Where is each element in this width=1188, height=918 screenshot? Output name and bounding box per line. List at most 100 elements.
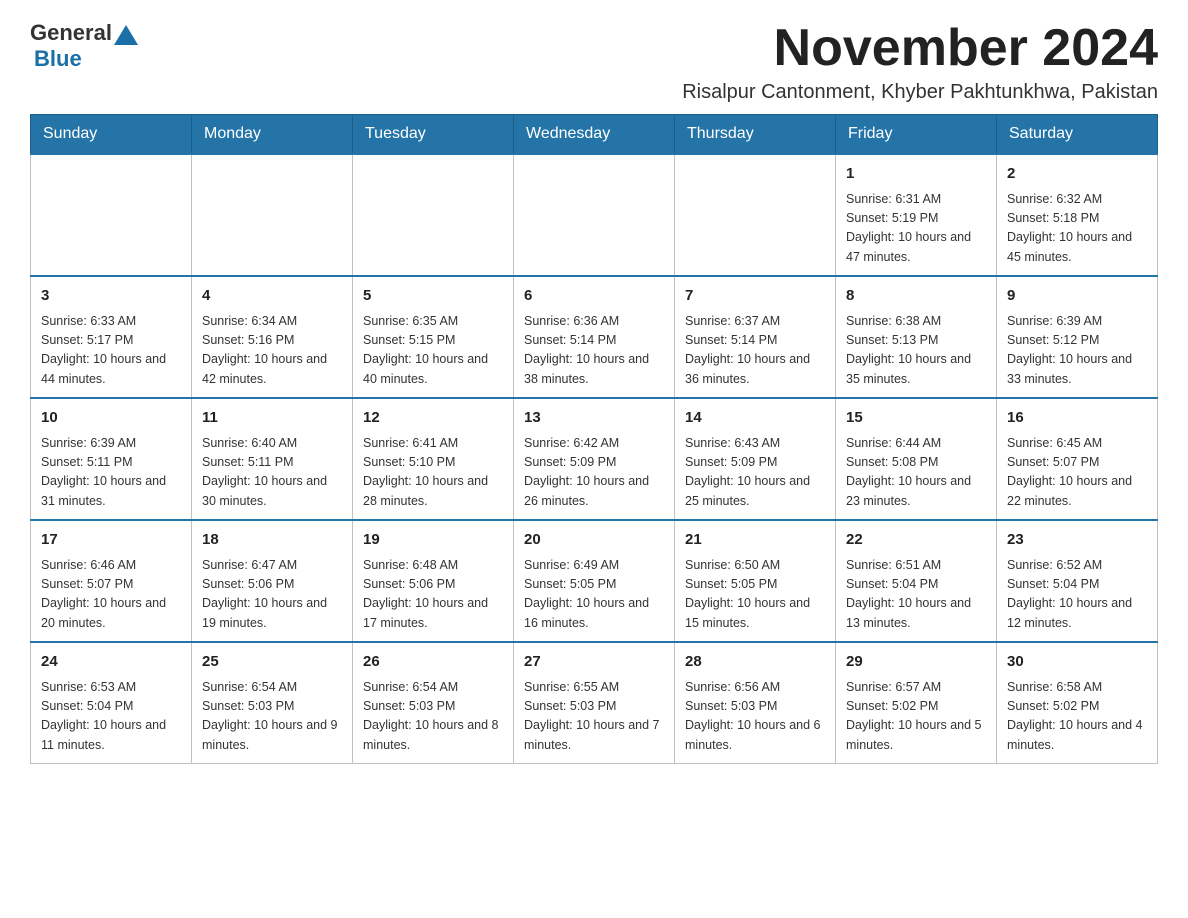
day-number: 28 <box>685 651 825 674</box>
day-info: Sunrise: 6:50 AM Sunset: 5:05 PM Dayligh… <box>685 556 825 634</box>
calendar-day-cell: 9Sunrise: 6:39 AM Sunset: 5:12 PM Daylig… <box>997 276 1158 398</box>
calendar-day-cell: 10 Sunrise: 6:39 AM Sunset: 5:11 PM Dayli… <box>31 398 192 520</box>
title-section: November 2024 Risalpur Cantonment, Khybe… <box>682 20 1158 104</box>
logo: General Blue <box>30 20 140 72</box>
calendar-day-cell: 6 Sunrise: 6:36 AM Sunset: 5:14 PM Daylig… <box>514 276 675 398</box>
day-number: 29 <box>846 651 986 674</box>
calendar-day-cell: 15 Sunrise: 6:44 AM Sunset: 5:08 PM Dayli… <box>836 398 997 520</box>
day-of-week-header: Monday <box>192 115 353 155</box>
day-number: 2 <box>1007 163 1147 186</box>
logo-triangle-icon <box>114 25 138 45</box>
calendar-day-cell <box>353 154 514 276</box>
day-info: Sunrise: 6:46 AM Sunset: 5:07 PM Dayligh… <box>41 556 181 634</box>
day-number: 15 <box>846 407 986 430</box>
day-info: Sunrise: 6:38 AM Sunset: 5:13 PM Dayligh… <box>846 312 986 390</box>
calendar-day-cell <box>514 154 675 276</box>
day-number: 18 <box>202 529 342 552</box>
day-info: Sunrise: 6:57 AM Sunset: 5:02 PM Dayligh… <box>846 678 986 756</box>
day-number: 14 <box>685 407 825 430</box>
calendar-day-cell: 7 Sunrise: 6:37 AM Sunset: 5:14 PM Daylig… <box>675 276 836 398</box>
day-of-week-header: Sunday <box>31 115 192 155</box>
calendar-body: 1Sunrise: 6:31 AM Sunset: 5:19 PM Daylig… <box>31 154 1158 764</box>
day-info: Sunrise: 6:53 AM Sunset: 5:04 PM Dayligh… <box>41 678 181 756</box>
day-of-week-header: Wednesday <box>514 115 675 155</box>
day-number: 30 <box>1007 651 1147 674</box>
day-info: Sunrise: 6:54 AM Sunset: 5:03 PM Dayligh… <box>202 678 342 756</box>
day-number: 21 <box>685 529 825 552</box>
calendar-day-cell: 18 Sunrise: 6:47 AM Sunset: 5:06 PM Dayli… <box>192 520 353 642</box>
day-info: Sunrise: 6:48 AM Sunset: 5:06 PM Dayligh… <box>363 556 503 634</box>
day-number: 6 <box>524 285 664 308</box>
calendar-week-row: 1Sunrise: 6:31 AM Sunset: 5:19 PM Daylig… <box>31 154 1158 276</box>
calendar-day-cell: 12Sunrise: 6:41 AM Sunset: 5:10 PM Dayli… <box>353 398 514 520</box>
day-number: 20 <box>524 529 664 552</box>
calendar-day-cell: 16 Sunrise: 6:45 AM Sunset: 5:07 PM Dayli… <box>997 398 1158 520</box>
days-of-week-row: SundayMondayTuesdayWednesdayThursdayFrid… <box>31 115 1158 155</box>
calendar-day-cell: 11Sunrise: 6:40 AM Sunset: 5:11 PM Dayli… <box>192 398 353 520</box>
day-of-week-header: Thursday <box>675 115 836 155</box>
day-number: 11 <box>202 407 342 430</box>
calendar-table: SundayMondayTuesdayWednesdayThursdayFrid… <box>30 114 1158 764</box>
month-year-title: November 2024 <box>682 20 1158 77</box>
day-info: Sunrise: 6:32 AM Sunset: 5:18 PM Dayligh… <box>1007 190 1147 268</box>
day-info: Sunrise: 6:56 AM Sunset: 5:03 PM Dayligh… <box>685 678 825 756</box>
day-info: Sunrise: 6:49 AM Sunset: 5:05 PM Dayligh… <box>524 556 664 634</box>
day-number: 26 <box>363 651 503 674</box>
page-header: General Blue November 2024 Risalpur Cant… <box>30 20 1158 104</box>
day-number: 7 <box>685 285 825 308</box>
calendar-day-cell: 20 Sunrise: 6:49 AM Sunset: 5:05 PM Dayli… <box>514 520 675 642</box>
calendar-day-cell: 28 Sunrise: 6:56 AM Sunset: 5:03 PM Dayli… <box>675 642 836 764</box>
calendar-day-cell: 1Sunrise: 6:31 AM Sunset: 5:19 PM Daylig… <box>836 154 997 276</box>
day-number: 23 <box>1007 529 1147 552</box>
calendar-day-cell: 29 Sunrise: 6:57 AM Sunset: 5:02 PM Dayli… <box>836 642 997 764</box>
day-info: Sunrise: 6:34 AM Sunset: 5:16 PM Dayligh… <box>202 312 342 390</box>
day-number: 13 <box>524 407 664 430</box>
day-number: 3 <box>41 285 181 308</box>
calendar-day-cell: 2 Sunrise: 6:32 AM Sunset: 5:18 PM Daylig… <box>997 154 1158 276</box>
day-number: 10 <box>41 407 181 430</box>
logo-general-text: General <box>30 20 112 46</box>
logo-blue-text: Blue <box>34 46 82 71</box>
calendar-day-cell: 3 Sunrise: 6:33 AM Sunset: 5:17 PM Daylig… <box>31 276 192 398</box>
day-info: Sunrise: 6:45 AM Sunset: 5:07 PM Dayligh… <box>1007 434 1147 512</box>
day-info: Sunrise: 6:55 AM Sunset: 5:03 PM Dayligh… <box>524 678 664 756</box>
day-number: 8 <box>846 285 986 308</box>
day-number: 19 <box>363 529 503 552</box>
day-of-week-header: Tuesday <box>353 115 514 155</box>
day-info: Sunrise: 6:43 AM Sunset: 5:09 PM Dayligh… <box>685 434 825 512</box>
location-subtitle: Risalpur Cantonment, Khyber Pakhtunkhwa,… <box>682 81 1158 104</box>
calendar-day-cell: 19 Sunrise: 6:48 AM Sunset: 5:06 PM Dayli… <box>353 520 514 642</box>
calendar-day-cell: 13Sunrise: 6:42 AM Sunset: 5:09 PM Dayli… <box>514 398 675 520</box>
calendar-header: SundayMondayTuesdayWednesdayThursdayFrid… <box>31 115 1158 155</box>
calendar-day-cell: 21 Sunrise: 6:50 AM Sunset: 5:05 PM Dayli… <box>675 520 836 642</box>
day-number: 4 <box>202 285 342 308</box>
day-info: Sunrise: 6:33 AM Sunset: 5:17 PM Dayligh… <box>41 312 181 390</box>
calendar-day-cell: 14 Sunrise: 6:43 AM Sunset: 5:09 PM Dayli… <box>675 398 836 520</box>
calendar-day-cell: 27Sunrise: 6:55 AM Sunset: 5:03 PM Dayli… <box>514 642 675 764</box>
day-info: Sunrise: 6:54 AM Sunset: 5:03 PM Dayligh… <box>363 678 503 756</box>
day-info: Sunrise: 6:39 AM Sunset: 5:11 PM Dayligh… <box>41 434 181 512</box>
day-info: Sunrise: 6:47 AM Sunset: 5:06 PM Dayligh… <box>202 556 342 634</box>
day-of-week-header: Friday <box>836 115 997 155</box>
calendar-day-cell <box>675 154 836 276</box>
day-info: Sunrise: 6:35 AM Sunset: 5:15 PM Dayligh… <box>363 312 503 390</box>
day-info: Sunrise: 6:39 AM Sunset: 5:12 PM Dayligh… <box>1007 312 1147 390</box>
calendar-week-row: 3 Sunrise: 6:33 AM Sunset: 5:17 PM Daylig… <box>31 276 1158 398</box>
day-info: Sunrise: 6:52 AM Sunset: 5:04 PM Dayligh… <box>1007 556 1147 634</box>
calendar-week-row: 24Sunrise: 6:53 AM Sunset: 5:04 PM Dayli… <box>31 642 1158 764</box>
day-number: 5 <box>363 285 503 308</box>
day-info: Sunrise: 6:37 AM Sunset: 5:14 PM Dayligh… <box>685 312 825 390</box>
day-of-week-header: Saturday <box>997 115 1158 155</box>
day-info: Sunrise: 6:36 AM Sunset: 5:14 PM Dayligh… <box>524 312 664 390</box>
calendar-day-cell <box>192 154 353 276</box>
calendar-day-cell <box>31 154 192 276</box>
calendar-day-cell: 22Sunrise: 6:51 AM Sunset: 5:04 PM Dayli… <box>836 520 997 642</box>
day-number: 12 <box>363 407 503 430</box>
day-number: 25 <box>202 651 342 674</box>
day-number: 16 <box>1007 407 1147 430</box>
calendar-week-row: 10 Sunrise: 6:39 AM Sunset: 5:11 PM Dayli… <box>31 398 1158 520</box>
calendar-week-row: 17Sunrise: 6:46 AM Sunset: 5:07 PM Dayli… <box>31 520 1158 642</box>
day-info: Sunrise: 6:44 AM Sunset: 5:08 PM Dayligh… <box>846 434 986 512</box>
day-number: 22 <box>846 529 986 552</box>
calendar-day-cell: 25 Sunrise: 6:54 AM Sunset: 5:03 PM Dayli… <box>192 642 353 764</box>
